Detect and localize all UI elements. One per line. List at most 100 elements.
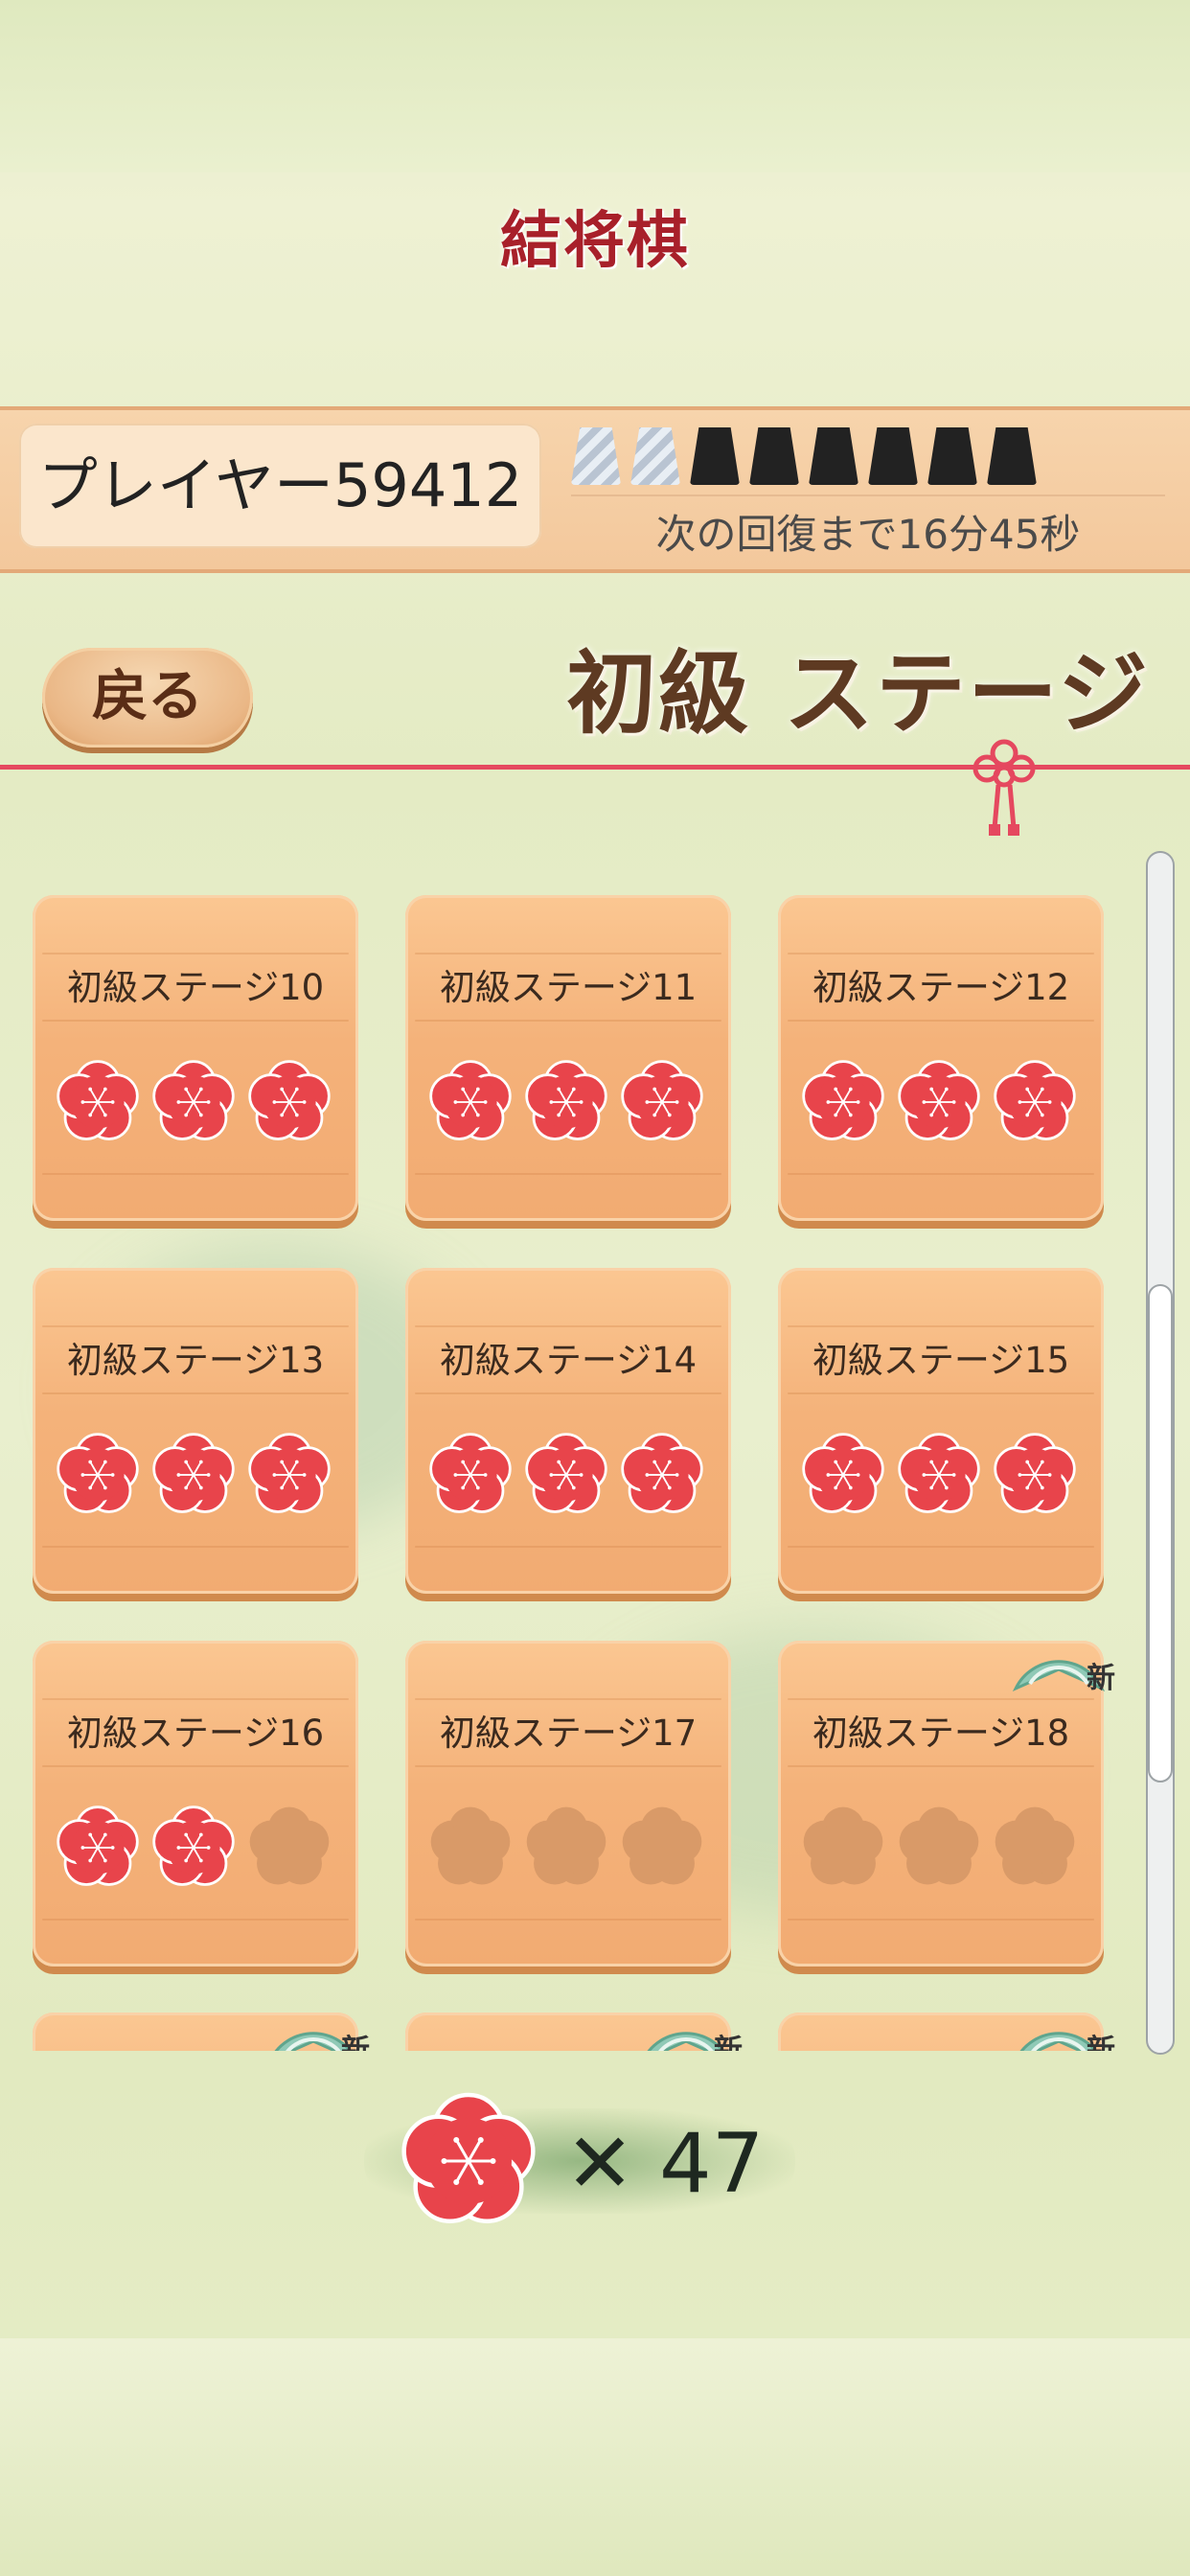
divider: [571, 494, 1165, 496]
plum-flower-icon: [525, 1060, 607, 1140]
plum-flower-icon: [621, 1433, 703, 1513]
plum-flower-icon: [621, 1060, 703, 1140]
shogi-piece-icon: [809, 427, 858, 485]
stage-tile[interactable]: 初級ステージ14: [405, 1268, 731, 1594]
stage-title: 初級 ステージ: [566, 642, 1150, 747]
new-fan-badge-icon: 新: [633, 2003, 743, 2051]
new-fan-badge-icon: 新: [261, 2003, 370, 2051]
plum-flower-icon: [248, 1433, 331, 1513]
plum-flower-empty-icon: [899, 1806, 979, 1885]
stage-label: 初級ステージ18: [812, 1713, 1070, 1754]
back-button[interactable]: 戻る: [42, 648, 253, 748]
new-badge-label: 新: [1087, 2034, 1115, 2051]
plum-flower-icon: [898, 1060, 980, 1140]
plum-flower-empty-icon: [249, 1806, 330, 1885]
wood-grain: [42, 953, 349, 954]
scrollbar-thumb[interactable]: [1148, 1284, 1173, 1782]
shogi-piece-icon: [987, 427, 1037, 485]
shogi-piece-icon: [927, 427, 977, 485]
wood-grain: [788, 953, 1094, 954]
wood-grain: [788, 1173, 1094, 1175]
wood-grain: [788, 1919, 1094, 1920]
stage-tile[interactable]: 初級ステージ11: [405, 895, 731, 1221]
plum-flower-icon: [152, 1806, 235, 1886]
plum-flower-empty-icon: [622, 1806, 702, 1885]
plum-flower-icon: [429, 1433, 512, 1513]
plum-flower-icon: [898, 1433, 980, 1513]
stage-rating: [54, 1058, 333, 1146]
stage-tile[interactable]: 初級ステージ15: [778, 1268, 1104, 1594]
shogi-piece-icon: [868, 427, 918, 485]
new-badge-label: 新: [341, 2034, 370, 2051]
wood-grain: [42, 1698, 349, 1700]
plum-flower-icon: [525, 1433, 607, 1513]
stage-tile[interactable]: 初級ステージ13: [33, 1268, 358, 1594]
plum-flower-icon: [57, 1060, 139, 1140]
flower-total: ✕ 47: [364, 2089, 824, 2242]
app-title: 結将棋: [500, 205, 690, 277]
wood-grain: [415, 1765, 721, 1767]
wood-grain: [788, 1020, 1094, 1022]
knot-ornament-icon: [973, 739, 1036, 836]
shogi-piece-icon: [690, 427, 740, 485]
stage-label: 初級ステージ10: [66, 967, 325, 1008]
plum-flower-empty-icon: [995, 1806, 1075, 1885]
wood-grain: [415, 1698, 721, 1700]
plum-flower-empty-icon: [430, 1806, 511, 1885]
wood-grain: [415, 1919, 721, 1920]
wood-grain: [788, 1325, 1094, 1327]
stage-tile[interactable]: 初級ステージ12: [778, 895, 1104, 1221]
plum-flower-empty-icon: [803, 1806, 883, 1885]
plum-flower-icon: [802, 1433, 884, 1513]
stage-tile[interactable]: 初級ステージ17: [405, 1641, 731, 1966]
stage-tile[interactable]: 新: [33, 2012, 370, 2051]
wood-grain: [42, 1173, 349, 1175]
scrollbar[interactable]: [1146, 851, 1175, 2055]
stage-rating: [426, 1804, 706, 1892]
background-top: [0, 0, 1190, 172]
stage-label: 初級ステージ14: [439, 1340, 698, 1381]
new-badge-label: 新: [714, 2034, 743, 2051]
stage-rating: [799, 1058, 1079, 1146]
plum-flower-icon: [57, 1806, 139, 1886]
stage-label: 初級ステージ15: [812, 1340, 1070, 1381]
stage-grid[interactable]: 初級ステージ10 初級ステージ11 初級ステージ12 初級ステージ13 初級ステージ14…: [0, 862, 1131, 2051]
plum-flower-icon: [57, 1433, 139, 1513]
plum-flower-icon: [401, 2092, 536, 2223]
plum-flower-empty-icon: [526, 1806, 606, 1885]
wood-grain: [788, 1765, 1094, 1767]
wood-grain: [42, 1325, 349, 1327]
wood-grain: [42, 1546, 349, 1548]
stage-tile[interactable]: 新: [778, 2012, 1115, 2051]
plum-flower-icon: [152, 1433, 235, 1513]
stage-rating: [799, 1431, 1079, 1519]
wood-grain: [42, 1765, 349, 1767]
stage-label: 初級ステージ17: [439, 1713, 698, 1754]
status-band: プレイヤー59412 次の回復まで16分45秒: [0, 406, 1190, 573]
plum-flower-icon: [429, 1060, 512, 1140]
wood-grain: [788, 1546, 1094, 1548]
stage-label: 初級ステージ13: [66, 1340, 325, 1381]
new-fan-badge-icon: 新: [1006, 2003, 1115, 2051]
stage-rating: [54, 1804, 333, 1892]
plum-flower-icon: [994, 1060, 1076, 1140]
stage-label: 初級ステージ16: [66, 1713, 325, 1754]
wood-grain: [42, 1020, 349, 1022]
stage-tile[interactable]: 初級ステージ18 新: [778, 1641, 1115, 1966]
stage-tile[interactable]: 初級ステージ16: [33, 1641, 358, 1966]
stage-label: 初級ステージ11: [439, 967, 698, 1008]
stage-tile[interactable]: 初級ステージ10: [33, 895, 358, 1221]
wood-grain: [415, 1173, 721, 1175]
stage-tile[interactable]: 新: [405, 2012, 743, 2051]
player-name-box[interactable]: プレイヤー59412: [19, 424, 541, 548]
stage-label: 初級ステージ12: [812, 967, 1070, 1008]
wood-grain: [415, 1546, 721, 1548]
wood-grain: [415, 1325, 721, 1327]
player-name: プレイヤー59412: [37, 450, 523, 520]
wood-grain: [415, 1392, 721, 1394]
stage-rating: [426, 1431, 706, 1519]
wood-grain: [42, 1392, 349, 1394]
background-bottom: [0, 2338, 1190, 2576]
stamina-meter: [571, 427, 1069, 489]
plum-flower-icon: [152, 1060, 235, 1140]
